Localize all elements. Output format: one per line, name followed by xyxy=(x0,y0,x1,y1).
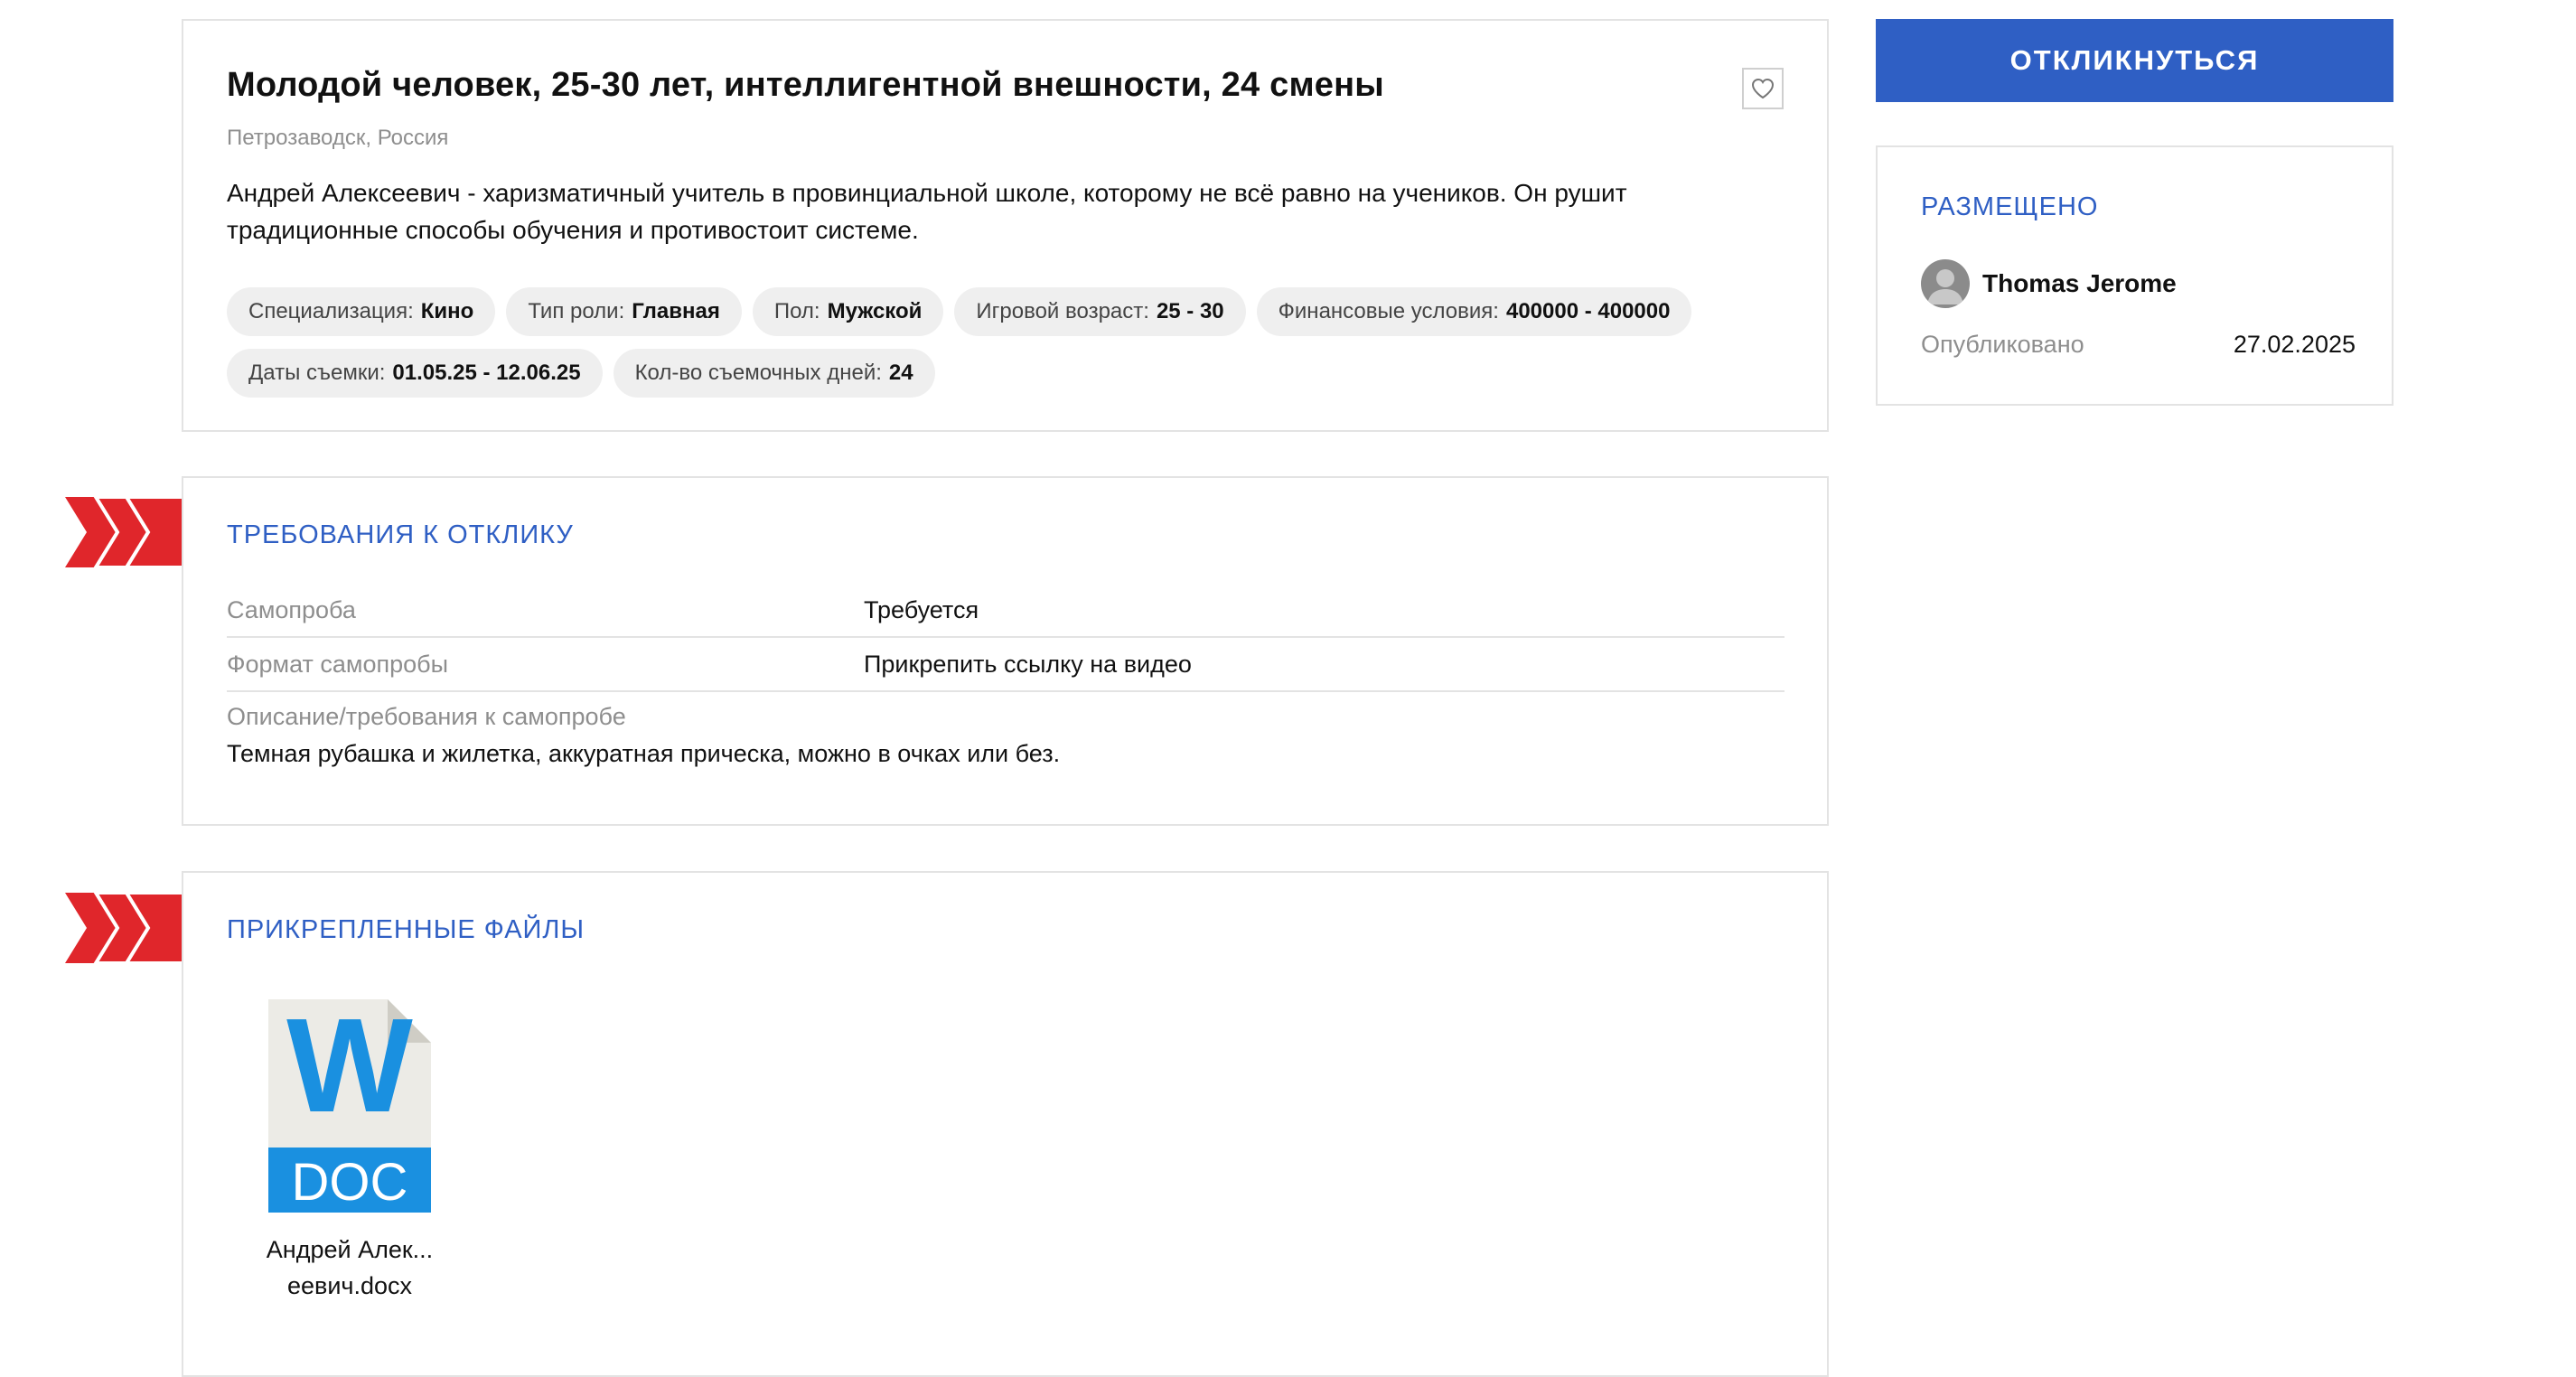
posted-card: РАЗМЕЩЕНО Thomas Jerome Опубликовано 27.… xyxy=(1876,145,2393,406)
published-date: 27.02.2025 xyxy=(2233,331,2356,358)
attachments-title: ПРИКРЕПЛЕННЫЕ ФАЙЛЫ xyxy=(227,915,585,944)
req-desc-value: Темная рубашка и жилетка, аккуратная при… xyxy=(227,740,1061,767)
tag-gender: Пол: Мужской xyxy=(752,287,944,336)
attached-file[interactable]: W DOC Андрей Алек... еевич.docx xyxy=(259,991,440,1304)
svg-text:DOC: DOC xyxy=(292,1153,408,1212)
vacancy-card: Молодой человек, 25-30 лет, интеллигентн… xyxy=(182,19,1829,432)
requirements-title: ТРЕБОВАНИЯ К ОТКЛИКУ xyxy=(227,520,574,549)
posted-title: РАЗМЕЩЕНО xyxy=(1921,192,2099,221)
tag-specialization: Специализация: Кино xyxy=(227,287,496,336)
doc-file-icon: W DOC xyxy=(268,991,431,1213)
req-desc-label: Описание/требования к самопробе xyxy=(227,703,626,730)
heart-icon xyxy=(1751,78,1775,99)
vacancy-location: Петрозаводск, Россия xyxy=(227,126,449,150)
req-row-selftape: Самопроба Требуется xyxy=(227,584,1784,638)
req-value: Требуется xyxy=(864,596,979,623)
svg-text:W: W xyxy=(286,999,413,1140)
user-avatar-icon xyxy=(1927,269,1963,304)
author-link[interactable]: Thomas Jerome xyxy=(1921,259,2177,308)
req-label: Формат самопробы xyxy=(227,651,449,678)
vacancy-description: Андрей Алексеевич - харизматичный учител… xyxy=(227,179,1627,244)
req-value: Прикрепить ссылку на видео xyxy=(864,651,1192,678)
tag-age: Игровой возраст: 25 - 30 xyxy=(954,287,1246,336)
tag-shoot-days: Кол-во съемочных дней: 24 xyxy=(613,349,935,398)
vacancy-title: Молодой человек, 25-30 лет, интеллигентн… xyxy=(227,66,1384,104)
req-label: Самопроба xyxy=(227,596,356,623)
file-name: Андрей Алек... еевич.docx xyxy=(266,1236,434,1299)
attachments-card: ПРИКРЕПЛЕННЫЕ ФАЙЛЫ W DOC Андрей Алек...… xyxy=(182,871,1829,1377)
tag-finance: Финансовые условия: 400000 - 400000 xyxy=(1256,287,1692,336)
req-row-format: Формат самопробы Прикрепить ссылку на ви… xyxy=(227,638,1784,692)
vacancy-tags: Специализация: Кино Тип роли: Главная Пол:… xyxy=(227,287,1799,398)
requirements-card: ТРЕБОВАНИЯ К ОТКЛИКУ Самопроба Требуется… xyxy=(182,476,1829,826)
tag-role-type: Тип роли: Главная xyxy=(506,287,742,336)
tag-shoot-dates: Даты съемки: 01.05.25 - 12.06.25 xyxy=(227,349,603,398)
author-name: Thomas Jerome xyxy=(1982,269,2177,297)
published-label: Опубликовано xyxy=(1921,331,2084,358)
respond-button[interactable]: ОТКЛИКНУТЬСЯ xyxy=(1876,19,2393,102)
favorite-button[interactable] xyxy=(1742,68,1784,109)
avatar xyxy=(1921,259,1970,308)
